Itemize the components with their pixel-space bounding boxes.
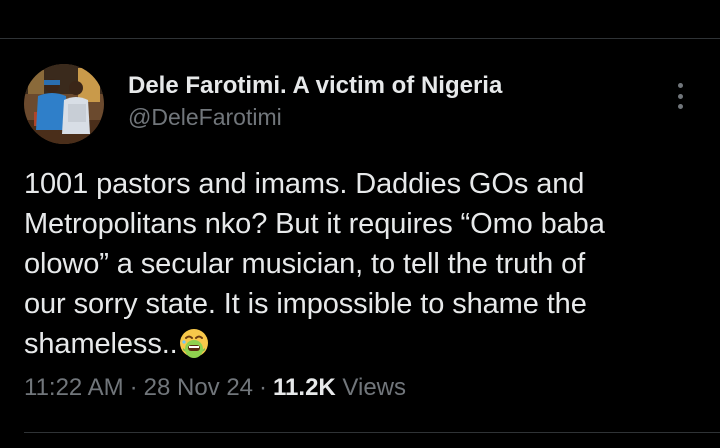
avatar[interactable]	[24, 64, 104, 144]
nauseated-face-emoji	[179, 329, 208, 358]
views-count[interactable]: 11.2K	[273, 374, 336, 401]
tweet-text: 1001 pastors and imams. Daddies GOs and …	[24, 164, 704, 364]
meta-separator: ·	[129, 374, 138, 401]
author-handle[interactable]: @DeleFarotimi	[128, 104, 282, 131]
top-divider	[0, 38, 720, 39]
tweet-date[interactable]: 28 Nov 24	[144, 374, 253, 401]
tweet-text-line: olowo” a secular musician, to tell the t…	[24, 248, 586, 280]
tweet-time[interactable]: 11:22 AM	[24, 374, 124, 401]
tweet-text-line: shameless..	[24, 328, 178, 360]
bottom-divider	[24, 432, 720, 433]
tweet-detail-page: Dele Farotimi. A victim of Nigeria @Dele…	[0, 0, 720, 448]
views-label: Views	[342, 374, 407, 401]
tweet-text-line: Metropolitans nko? But it requires “Omo …	[24, 208, 605, 240]
tweet-text-line: our sorry state. It is impossible to sha…	[24, 288, 587, 320]
meta-separator: ·	[259, 374, 268, 401]
tweet-text-line-last: shameless..	[24, 324, 704, 364]
avatar-photo	[24, 64, 104, 144]
tweet-text-line: 1001 pastors and imams. Daddies GOs and	[24, 168, 585, 200]
author-display-name[interactable]: Dele Farotimi. A victim of Nigeria	[128, 72, 502, 100]
more-options-icon[interactable]	[666, 80, 694, 112]
tweet-meta: 11:22 AM · 28 Nov 24 · 11.2K Views	[24, 374, 406, 402]
